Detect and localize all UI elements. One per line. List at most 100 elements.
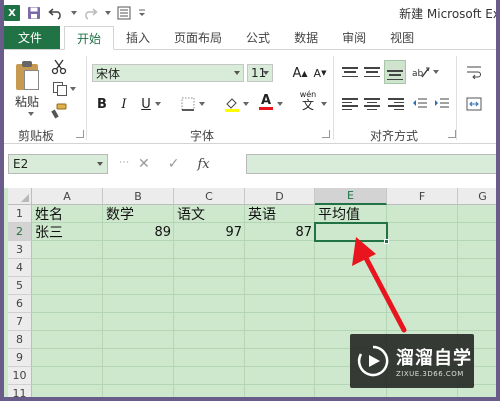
copy-icon[interactable] (50, 80, 78, 98)
row-header-2[interactable]: 2 (8, 223, 32, 241)
merge-center-icon[interactable] (464, 94, 484, 114)
form-icon[interactable] (116, 5, 132, 21)
formula-input[interactable] (246, 154, 500, 174)
orientation-dropdown-icon[interactable] (430, 62, 440, 82)
excel-logo-icon: X (4, 5, 20, 21)
tab-insert[interactable]: 插入 (114, 26, 162, 49)
row-header-11[interactable]: 11 (8, 385, 32, 401)
decrease-indent-icon[interactable] (410, 94, 430, 114)
row-header-4[interactable]: 4 (8, 259, 32, 277)
cell-a2[interactable]: 张三 (32, 223, 103, 241)
align-center-icon[interactable] (362, 94, 382, 114)
cell-b1[interactable]: 数学 (103, 205, 174, 223)
column-header-f[interactable]: F (387, 188, 458, 205)
phonetic-guide-icon[interactable]: wén 文 (296, 90, 320, 111)
cancel-icon[interactable]: ✕ (138, 156, 150, 172)
redo-icon[interactable] (82, 5, 98, 21)
customize-toolbar-icon[interactable] (138, 5, 146, 21)
row-header-5[interactable]: 5 (8, 277, 32, 295)
clipboard-group-label: 剪贴板 (18, 129, 55, 143)
tab-formulas[interactable]: 公式 (234, 26, 282, 49)
tab-file[interactable]: 文件 (0, 26, 60, 49)
cell-b2[interactable]: 89 (103, 223, 174, 241)
cell-a1[interactable]: 姓名 (32, 205, 103, 223)
font-name-combo[interactable]: 宋体 (92, 64, 244, 82)
phonetic-dropdown-icon[interactable] (318, 94, 328, 114)
font-color-dropdown-icon[interactable] (274, 94, 284, 114)
fill-color-icon[interactable] (222, 94, 242, 114)
insert-function-icon[interactable]: fx (197, 157, 209, 172)
cell-d2[interactable]: 87 (245, 223, 315, 241)
alignment-dialog-launcher-icon[interactable] (448, 130, 456, 138)
column-header-b[interactable]: B (103, 188, 174, 205)
row-header-10[interactable]: 10 (8, 367, 32, 385)
cell-e1[interactable]: 平均值 (315, 205, 387, 223)
alignment-group-label: 对齐方式 (370, 129, 419, 143)
fill-color-dropdown-icon[interactable] (240, 94, 250, 114)
bottom-align-icon[interactable] (384, 60, 406, 84)
align-left-icon[interactable] (340, 94, 360, 114)
ribbon-home: 粘贴 剪贴板 宋体 11 A ▲ A ▼ B I U A wén 文 字体 ab… (0, 50, 500, 144)
top-align-icon[interactable] (340, 62, 360, 82)
fill-handle[interactable] (384, 239, 389, 244)
tab-page-layout[interactable]: 页面布局 (162, 26, 234, 49)
column-header-e[interactable]: E (315, 188, 387, 205)
font-dialog-launcher-icon[interactable] (322, 130, 330, 138)
column-header-a[interactable]: A (32, 188, 103, 205)
svg-text:ab: ab (412, 69, 424, 79)
cut-icon[interactable] (50, 58, 68, 76)
borders-dropdown-icon[interactable] (196, 94, 206, 114)
wrap-text-icon[interactable] (464, 62, 484, 82)
window-title: 新建 Microsoft Ex (399, 7, 500, 21)
ribbon-tabs: 文件 开始 插入 页面布局 公式 数据 审阅 视图 (0, 26, 500, 50)
row-header-6[interactable]: 6 (8, 295, 32, 313)
column-header-g[interactable]: G (458, 188, 500, 205)
font-size-combo[interactable]: 11 (247, 64, 273, 82)
align-right-icon[interactable] (386, 94, 406, 114)
font-color-icon[interactable]: A (256, 92, 276, 112)
active-cell-outline (314, 222, 388, 242)
paste-dropdown-icon[interactable] (26, 110, 34, 118)
quick-access-toolbar: X (4, 5, 146, 21)
name-box-value: E2 (13, 157, 29, 171)
cell-c2[interactable]: 97 (174, 223, 245, 241)
paste-icon (13, 60, 41, 92)
redo-dropdown-icon[interactable] (104, 5, 111, 21)
font-group-label: 字体 (190, 129, 215, 143)
decrease-font-size-icon[interactable]: A ▼ (310, 63, 330, 83)
cell-d1[interactable]: 英语 (245, 205, 315, 223)
clipboard-dialog-launcher-icon[interactable] (76, 130, 84, 138)
row-header-3[interactable]: 3 (8, 241, 32, 259)
tab-home[interactable]: 开始 (64, 26, 115, 50)
column-header-c[interactable]: C (174, 188, 245, 205)
formula-bar-splitter[interactable]: ⋮ (118, 157, 129, 167)
borders-icon[interactable] (178, 94, 198, 114)
format-painter-icon[interactable] (50, 102, 68, 120)
bold-icon[interactable]: B (92, 94, 112, 114)
font-name-value: 宋体 (96, 66, 121, 81)
increase-indent-icon[interactable] (432, 94, 452, 114)
select-all-corner[interactable] (8, 188, 32, 205)
tab-review[interactable]: 审阅 (330, 26, 378, 49)
row-header-9[interactable]: 9 (8, 349, 32, 367)
undo-icon[interactable] (48, 5, 64, 21)
row-header-7[interactable]: 7 (8, 313, 32, 331)
middle-align-icon[interactable] (362, 62, 382, 82)
paste-label[interactable]: 粘贴 (12, 94, 42, 109)
enter-icon[interactable]: ✓ (168, 156, 180, 172)
column-header-d[interactable]: D (245, 188, 315, 205)
orientation-icon[interactable]: ab (410, 62, 432, 82)
row-header-8[interactable]: 8 (8, 331, 32, 349)
underline-dropdown-icon[interactable] (152, 94, 162, 114)
tab-data[interactable]: 数据 (282, 26, 330, 49)
cell-c1[interactable]: 语文 (174, 205, 245, 223)
paste-button[interactable] (10, 58, 44, 94)
tab-view[interactable]: 视图 (378, 26, 426, 49)
increase-font-size-icon[interactable]: A ▲ (290, 63, 310, 83)
italic-icon[interactable]: I (114, 94, 134, 114)
undo-dropdown-icon[interactable] (70, 5, 77, 21)
title-bar: X 新建 Microsoft Ex (0, 0, 500, 26)
name-box[interactable]: E2 (8, 154, 108, 174)
row-header-1[interactable]: 1 (8, 205, 32, 223)
save-icon[interactable] (26, 5, 42, 21)
